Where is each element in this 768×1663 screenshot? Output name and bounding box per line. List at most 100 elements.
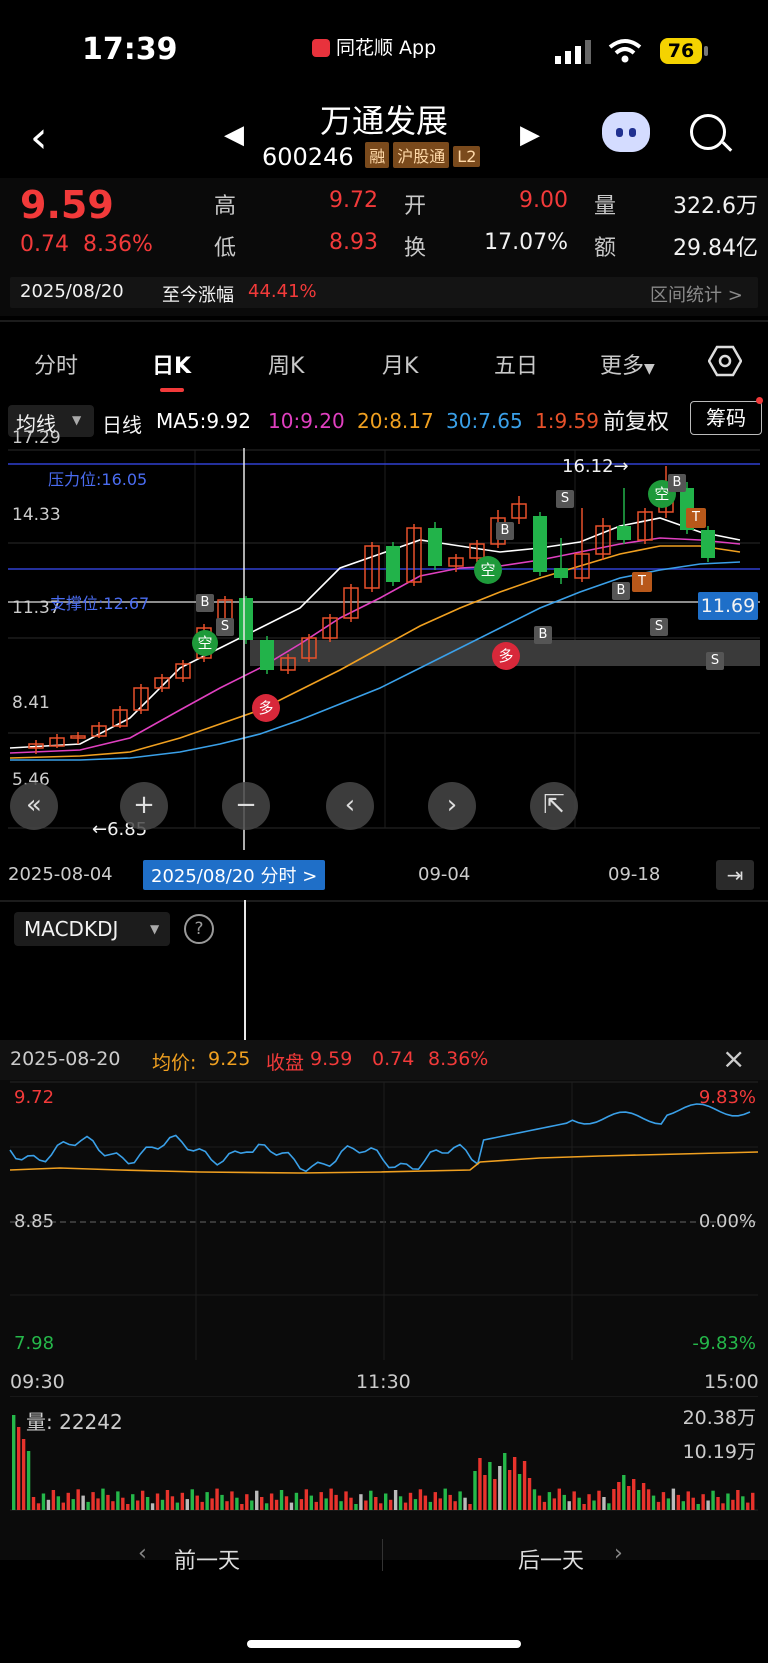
volume-bar bbox=[56, 1496, 61, 1510]
close-change: 0.74 bbox=[372, 1048, 415, 1070]
volume-bar bbox=[96, 1498, 100, 1510]
volume-bar bbox=[567, 1501, 571, 1510]
fullscreen-button[interactable]: ⇱ bbox=[530, 782, 578, 830]
volume-bar bbox=[552, 1498, 557, 1510]
prev-stock-icon[interactable]: ◀ bbox=[224, 120, 244, 150]
close-icon[interactable]: × bbox=[722, 1042, 745, 1075]
volume-bar bbox=[111, 1501, 115, 1510]
tab-five-day[interactable]: 五日 bbox=[494, 348, 538, 380]
volume-bar bbox=[21, 1439, 26, 1510]
tab-monthly-k[interactable]: 月K bbox=[382, 348, 418, 380]
volume-bar bbox=[324, 1498, 328, 1510]
volume-bar bbox=[334, 1494, 338, 1510]
volume-bar bbox=[46, 1499, 51, 1510]
volume-bar bbox=[225, 1501, 229, 1510]
help-icon[interactable]: ? bbox=[184, 914, 214, 944]
volume-value: 322.6万 bbox=[673, 194, 758, 219]
intraday-chart[interactable] bbox=[0, 1080, 768, 1360]
tab-indicator bbox=[160, 388, 184, 392]
volume-bar bbox=[121, 1497, 125, 1510]
volume-bar bbox=[175, 1502, 180, 1510]
time-noon: 11:30 bbox=[356, 1371, 411, 1393]
volume-bar bbox=[701, 1494, 705, 1510]
volume-bar bbox=[636, 1490, 641, 1510]
close-value: 9.59 bbox=[310, 1048, 353, 1070]
volume-bar bbox=[691, 1497, 695, 1510]
amount-label: 额 bbox=[594, 236, 617, 261]
volume-bar bbox=[339, 1501, 343, 1510]
tab-more[interactable]: 更多▼ bbox=[600, 348, 655, 380]
tab-weekly-k[interactable]: 周K bbox=[268, 348, 304, 380]
chip-button[interactable]: 筹码 bbox=[690, 401, 762, 435]
kong-marker: 空 bbox=[192, 630, 218, 656]
volume-bar bbox=[314, 1501, 318, 1510]
tab-daily-k[interactable]: 日K bbox=[152, 348, 191, 380]
volume-bar bbox=[641, 1483, 646, 1510]
volume-bar bbox=[359, 1494, 363, 1510]
volume-bar bbox=[200, 1501, 204, 1510]
settings-hex-icon[interactable] bbox=[708, 344, 742, 378]
volume-bar bbox=[617, 1482, 621, 1510]
scroll-left-fast-button[interactable]: « bbox=[10, 782, 58, 830]
kline-chart[interactable] bbox=[0, 448, 768, 850]
crosshair-date-link[interactable]: 2025/08/20 分时 > bbox=[143, 860, 326, 890]
buy-marker: B bbox=[668, 474, 686, 492]
buy-marker: B bbox=[534, 626, 552, 644]
ma5-value: MA5:9.92 bbox=[156, 409, 251, 433]
volume-bar bbox=[230, 1491, 234, 1510]
volume-bar bbox=[517, 1474, 522, 1510]
scroll-left-button[interactable]: ‹ bbox=[326, 782, 374, 830]
duo-marker: 多 bbox=[252, 694, 280, 722]
range-stat-link[interactable]: 区间统计 > bbox=[650, 281, 743, 307]
volume-bar bbox=[126, 1504, 130, 1510]
volume-bar bbox=[91, 1492, 95, 1510]
volume-bar bbox=[428, 1501, 433, 1510]
ma10-value: 10:9.20 bbox=[268, 409, 345, 433]
volume-bar bbox=[81, 1495, 85, 1510]
battery-cap bbox=[704, 46, 708, 56]
volume-bar bbox=[562, 1494, 566, 1510]
next-stock-icon[interactable]: ▶ bbox=[520, 120, 540, 150]
volume-bar bbox=[572, 1491, 576, 1510]
ma20-value: 20:8.17 bbox=[357, 409, 434, 433]
jump-latest-icon[interactable]: ⇥ bbox=[716, 860, 754, 890]
intraday-prev-close: 8.85 bbox=[14, 1211, 55, 1232]
range-bar[interactable]: 2025/08/20 至今涨幅 44.41% 区间统计 > bbox=[10, 277, 758, 308]
tab-fenshi[interactable]: 分时 bbox=[34, 348, 78, 380]
adjust-mode[interactable]: 前复权 bbox=[603, 404, 669, 436]
volume-bar bbox=[592, 1500, 596, 1510]
prev-day-button[interactable]: 前一天 bbox=[174, 1543, 240, 1575]
volume-bar bbox=[721, 1503, 725, 1510]
zoom-out-button[interactable]: − bbox=[222, 782, 270, 830]
assistant-robot-icon[interactable] bbox=[602, 112, 650, 152]
x-label-end: 09-18 bbox=[608, 864, 661, 885]
ma-period: 日线 bbox=[102, 413, 142, 437]
volume-bar bbox=[136, 1500, 140, 1510]
volume-bar bbox=[413, 1499, 418, 1510]
range-date: 2025/08/20 bbox=[20, 281, 124, 302]
intraday-low-pct: -9.83% bbox=[692, 1333, 756, 1354]
volume-bar bbox=[155, 1493, 160, 1510]
volume-bar bbox=[116, 1491, 120, 1510]
zoom-in-button[interactable]: + bbox=[120, 782, 168, 830]
volume-bar bbox=[512, 1457, 517, 1510]
avg-label: 均价: bbox=[152, 1052, 197, 1074]
scroll-right-button[interactable]: › bbox=[428, 782, 476, 830]
volume-bar bbox=[269, 1493, 274, 1510]
volume-bar bbox=[746, 1502, 750, 1510]
volume-bar bbox=[681, 1501, 685, 1510]
volume-bar bbox=[612, 1489, 616, 1510]
volume-bar bbox=[354, 1504, 358, 1510]
search-icon[interactable] bbox=[690, 114, 726, 150]
next-day-button[interactable]: 后一天 bbox=[518, 1543, 584, 1575]
next-day-chevron-icon[interactable]: › bbox=[614, 1541, 623, 1566]
y-label-top: 17.29 bbox=[12, 428, 61, 448]
sell-marker: S bbox=[556, 490, 574, 508]
ma1-value: 1:9.59 bbox=[535, 409, 599, 433]
volume-bar bbox=[503, 1453, 507, 1510]
indicator-selector[interactable]: MACDKDJ ▼ bbox=[14, 912, 170, 946]
prev-day-chevron-icon[interactable]: ‹ bbox=[138, 1541, 147, 1566]
volume-bar bbox=[522, 1461, 527, 1510]
volume-bar bbox=[190, 1489, 194, 1510]
vol-tick-mid: 10.19万 bbox=[682, 1441, 756, 1463]
